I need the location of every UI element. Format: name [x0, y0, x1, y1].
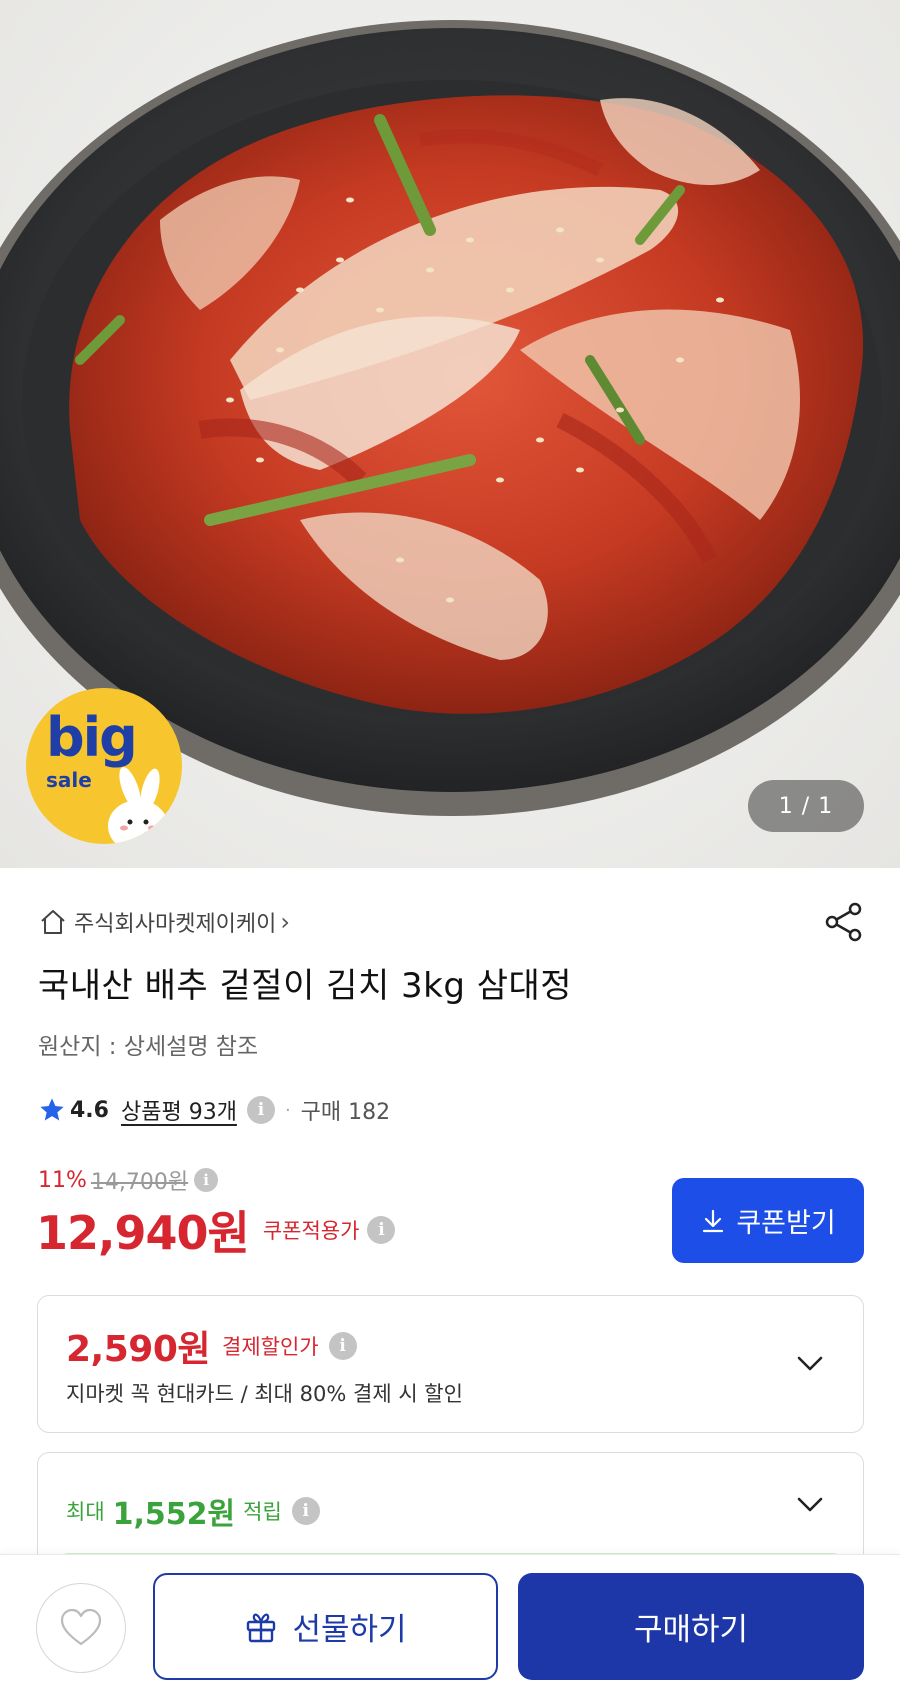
payment-discount-amount: 2,590원 — [66, 1329, 211, 1370]
gift-button-label: 선물하기 — [292, 1612, 407, 1647]
heart-icon — [60, 1608, 102, 1646]
points-suffix: 적립 — [243, 1500, 282, 1524]
share-icon[interactable] — [822, 900, 866, 944]
price-note: 쿠폰적용가 — [262, 1219, 360, 1243]
bottom-action-bar: 선물하기 구매하기 — [0, 1554, 900, 1697]
payment-discount-card[interactable]: 2,590원 결제할인가 i 지마켓 꼭 현대카드 / 최대 80% 결제 시 … — [37, 1295, 864, 1433]
info-icon[interactable]: i — [328, 1332, 357, 1360]
sale-price: 12,940원 — [36, 1206, 250, 1260]
product-image[interactable]: big sale 1 / 1 — [0, 0, 900, 868]
buy-button-label: 구매하기 — [633, 1612, 749, 1647]
gift-icon — [247, 1613, 276, 1642]
info-icon[interactable]: i — [246, 1096, 275, 1124]
seller-link[interactable]: 주식회사마켓제이케이 › — [38, 904, 290, 940]
big-sale-badge: big sale — [26, 688, 182, 844]
points-header: 최대 1,552원 적립 i — [66, 1489, 320, 1533]
points-prefix: 최대 — [66, 1500, 105, 1524]
rabbit-icon — [108, 767, 168, 844]
payment-discount-label: 결제할인가 — [222, 1335, 319, 1359]
separator-dot: · — [284, 1099, 291, 1121]
purchase-count: 구매 182 — [300, 1100, 391, 1125]
download-icon — [703, 1209, 724, 1232]
coupon-button-label: 쿠폰받기 — [736, 1208, 836, 1238]
info-icon[interactable]: i — [367, 1216, 396, 1244]
chevron-right-icon: › — [280, 908, 291, 936]
chevron-down-icon[interactable] — [793, 1346, 827, 1380]
image-counter: 1 / 1 — [748, 780, 864, 832]
product-origin: 원산지 : 상세설명 참조 — [38, 1034, 259, 1060]
chevron-down-icon[interactable] — [793, 1487, 827, 1521]
seller-name: 주식회사마켓제이케이 — [74, 912, 277, 937]
buy-button[interactable]: 구매하기 — [518, 1573, 864, 1680]
home-icon — [41, 910, 65, 934]
payment-discount-description: 지마켓 꼭 현대카드 / 최대 80% 결제 시 할인 — [66, 1382, 463, 1406]
discount-percent: 11% — [38, 1167, 87, 1193]
rating-value: 4.6 — [70, 1097, 109, 1123]
product-title: 국내산 배추 겉절이 김치 3kg 삼대정 — [38, 966, 573, 1006]
wishlist-button[interactable] — [36, 1583, 126, 1673]
review-link[interactable]: 상품평 93개 — [121, 1094, 237, 1126]
points-amount: 1,552원 — [112, 1497, 236, 1532]
discount-row: 11% 14,700원 i — [38, 1164, 219, 1196]
gift-button[interactable]: 선물하기 — [153, 1573, 498, 1680]
info-icon[interactable]: i — [291, 1497, 320, 1525]
payment-discount-header: 2,590원 결제할인가 i — [66, 1320, 357, 1372]
info-icon[interactable]: i — [194, 1168, 219, 1192]
price-row: 12,940원 쿠폰적용가 i — [36, 1200, 396, 1260]
coupon-button[interactable]: 쿠폰받기 — [672, 1178, 864, 1263]
star-icon — [40, 1098, 64, 1121]
rating-row: 4.6 상품평 93개 i · 구매 182 — [38, 1092, 390, 1128]
original-price: 14,700원 — [90, 1170, 189, 1195]
